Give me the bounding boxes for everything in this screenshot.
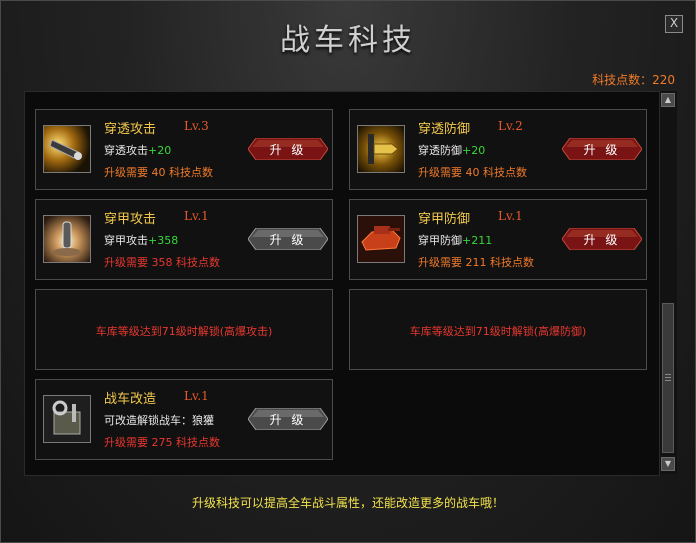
close-button[interactable]: X xyxy=(665,15,683,33)
tank-tech-window: 战车科技 X 科技点数：220 穿透攻击 Lv.3 穿透攻击+20 升级需要 4… xyxy=(0,0,696,543)
upgrade-button-label[interactable]: 升 级 xyxy=(562,141,642,158)
upgrade-button-label[interactable]: 升 级 xyxy=(248,231,328,248)
upgrade-button[interactable]: 升 级 xyxy=(248,408,328,430)
unlock-requirement: 车库等级达到71级时解锁(高爆防御) xyxy=(409,325,587,338)
tech-level: Lv.1 xyxy=(184,209,209,223)
thumb-grip xyxy=(665,374,671,375)
tech-card-armor-piercing-defense: 穿甲防御 Lv.1 穿甲防御+211 升级需要 211 科技点数 升 级 xyxy=(349,199,647,280)
locked-slot-he-defense: 车库等级达到71级时解锁(高爆防御) xyxy=(349,289,647,370)
tank-modification-icon xyxy=(43,395,91,443)
tech-name: 穿透防御 xyxy=(418,122,471,137)
tech-effect: 穿透攻击+20 xyxy=(104,142,171,158)
effect-label: 穿甲防御 xyxy=(418,234,462,247)
upgrade-button[interactable]: 升 级 xyxy=(248,138,328,160)
tech-level: Lv.2 xyxy=(498,119,523,133)
upgrade-button-label[interactable]: 升 级 xyxy=(248,411,328,428)
scrollbar[interactable]: ▲ ▼ xyxy=(659,91,677,474)
tech-cost: 升级需要 275 科技点数 xyxy=(104,436,220,449)
armor-piercing-defense-icon xyxy=(357,215,405,263)
tech-cost: 升级需要 40 科技点数 xyxy=(104,166,213,179)
effect-label: 穿甲攻击 xyxy=(104,234,148,247)
effect-value: +211 xyxy=(462,234,493,247)
close-icon[interactable]: X xyxy=(670,16,678,30)
tech-card-armor-piercing-attack: 穿甲攻击 Lv.1 穿甲攻击+358 升级需要 358 科技点数 升 级 xyxy=(35,199,333,280)
tech-effect: 穿甲攻击+358 xyxy=(104,232,178,248)
unlock-requirement: 车库等级达到71级时解锁(高爆攻击) xyxy=(95,325,273,338)
penetration-defense-icon xyxy=(357,125,405,173)
tech-effect: 穿甲防御+211 xyxy=(418,232,492,248)
tech-name: 穿甲防御 xyxy=(418,212,471,227)
effect-value: +358 xyxy=(148,234,179,247)
tech-list-panel: 穿透攻击 Lv.3 穿透攻击+20 升级需要 40 科技点数 升 级 穿透防御 … xyxy=(24,91,660,476)
scroll-up-arrow-icon[interactable]: ▲ xyxy=(661,93,675,107)
tech-cost: 升级需要 40 科技点数 xyxy=(418,166,527,179)
tech-cost: 升级需要 211 科技点数 xyxy=(418,256,534,269)
locked-slot-he-attack: 车库等级达到71级时解锁(高爆攻击) xyxy=(35,289,333,370)
upgrade-button-label[interactable]: 升 级 xyxy=(562,231,642,248)
upgrade-button[interactable]: 升 级 xyxy=(562,228,642,250)
tech-cost: 升级需要 358 科技点数 xyxy=(104,256,220,269)
tech-name: 战车改造 xyxy=(104,392,157,407)
upgrade-button[interactable]: 升 级 xyxy=(248,228,328,250)
tech-effect: 穿透防御+20 xyxy=(418,142,485,158)
tech-card-penetration-attack: 穿透攻击 Lv.3 穿透攻击+20 升级需要 40 科技点数 升 级 xyxy=(35,109,333,190)
tech-name: 穿甲攻击 xyxy=(104,212,157,227)
tech-card-penetration-defense: 穿透防御 Lv.2 穿透防御+20 升级需要 40 科技点数 升 级 xyxy=(349,109,647,190)
footer-tip: 升级科技可以提高全车战斗属性，还能改造更多的战车哦！ xyxy=(191,496,504,510)
thumb-grip xyxy=(665,377,671,378)
scroll-down-arrow-icon[interactable]: ▼ xyxy=(661,457,675,471)
upgrade-button[interactable]: 升 级 xyxy=(562,138,642,160)
tech-level: Lv.3 xyxy=(184,119,209,133)
tech-points-label: 科技点数：220 xyxy=(592,73,675,87)
penetration-attack-icon xyxy=(43,125,91,173)
effect-label: 可改造解锁战车：狼獾 xyxy=(104,414,214,427)
tech-effect: 可改造解锁战车：狼獾 xyxy=(104,412,214,428)
upgrade-button-label[interactable]: 升 级 xyxy=(248,141,328,158)
effect-value: +20 xyxy=(148,144,172,157)
tech-card-tank-modification: 战车改造 Lv.1 可改造解锁战车：狼獾 升级需要 275 科技点数 升 级 xyxy=(35,379,333,460)
thumb-grip xyxy=(665,380,671,381)
tech-level: Lv.1 xyxy=(184,389,209,403)
tech-level: Lv.1 xyxy=(498,209,523,223)
armor-piercing-attack-icon xyxy=(43,215,91,263)
effect-label: 穿透防御 xyxy=(418,144,462,157)
effect-label: 穿透攻击 xyxy=(104,144,148,157)
effect-value: +20 xyxy=(462,144,486,157)
tech-name: 穿透攻击 xyxy=(104,122,157,137)
scroll-thumb[interactable] xyxy=(662,303,674,453)
window-title: 战车科技 xyxy=(280,23,416,58)
